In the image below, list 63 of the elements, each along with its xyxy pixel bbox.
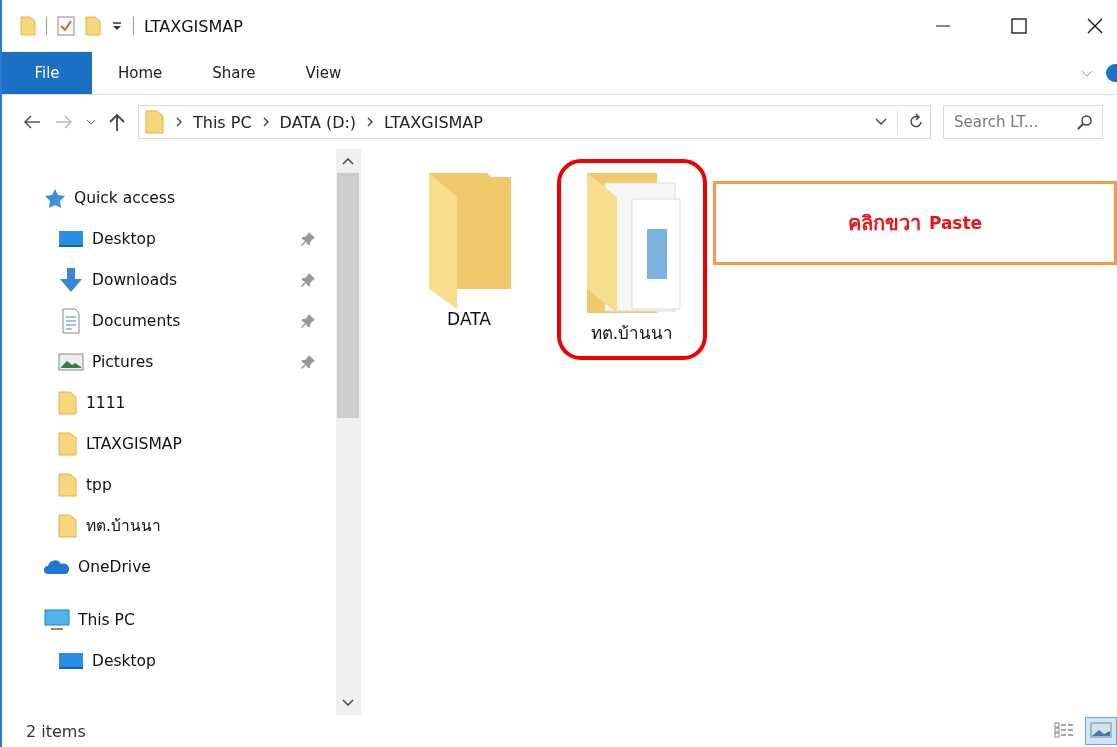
pin-icon[interactable] (300, 312, 316, 329)
file-item[interactable]: ทต.บ้านนา (557, 159, 707, 360)
folder-icon (58, 390, 78, 415)
chevron-icon[interactable] (366, 117, 375, 127)
desktop-icon (58, 650, 84, 671)
desktop-icon (58, 228, 84, 249)
file-name: DATA (447, 309, 491, 329)
item-count: 2 items (26, 721, 86, 741)
sidebar-item[interactable]: Quick access (2, 177, 336, 218)
sidebar-item[interactable]: OneDrive (2, 546, 336, 587)
ribbon-tab[interactable]: Share (188, 52, 280, 94)
folder-icon (58, 431, 78, 456)
sidebar-item[interactable]: Desktop (2, 218, 336, 259)
maximize-icon[interactable] (1011, 18, 1027, 34)
close-icon[interactable] (1087, 18, 1103, 34)
image-icon (1090, 721, 1112, 738)
scroll-up-icon[interactable] (342, 157, 354, 165)
folder-icon (58, 472, 78, 497)
breadcrumb[interactable]: DATA (D:) (279, 112, 357, 132)
pin-icon[interactable] (300, 271, 316, 288)
chevron-icon[interactable] (175, 117, 183, 127)
pin-icon[interactable] (300, 230, 316, 247)
sidebar-item[interactable]: LTAXGISMAP (2, 423, 336, 464)
ribbon-tab[interactable]: View (281, 52, 366, 94)
properties-icon[interactable] (57, 16, 75, 36)
sidebar-item[interactable]: ทต.บ้านนา (2, 505, 336, 546)
breadcrumb[interactable]: LTAXGISMAP (384, 112, 483, 132)
up-icon[interactable] (108, 112, 126, 132)
sidebar-item[interactable]: Downloads (2, 259, 336, 300)
dropdown-icon[interactable] (111, 20, 123, 32)
pin-icon[interactable] (300, 353, 316, 370)
pictures-icon (58, 351, 84, 372)
back-icon[interactable] (22, 114, 42, 130)
callout-text: คลิกขวา (847, 210, 921, 237)
large-icons-view-button[interactable] (1085, 717, 1117, 745)
folder-icon (145, 110, 165, 134)
chevron-icon[interactable] (261, 117, 270, 127)
monitor-icon (44, 608, 70, 631)
sidebar-item[interactable]: Desktop (2, 640, 336, 681)
recent-dropdown-icon[interactable] (86, 118, 96, 126)
sidebar-item[interactable]: This PC (2, 599, 336, 640)
file-name: ทต.บ้านนา (590, 322, 674, 345)
callout-text: Paste (928, 213, 983, 233)
address-field[interactable]: This PC DATA (D:) LTAXGISMAP (138, 105, 931, 139)
search-icon (1077, 114, 1093, 130)
search-field[interactable]: Search LT... (943, 105, 1103, 139)
sidebar-item[interactable]: 1111 (2, 382, 336, 423)
scrollbar[interactable] (336, 149, 360, 715)
file-menu-button[interactable]: File (2, 52, 92, 94)
star-icon (44, 187, 66, 208)
scroll-down-icon[interactable] (342, 699, 354, 707)
details-list-icon (1054, 721, 1074, 738)
file-item[interactable]: DATA (401, 159, 537, 343)
cloud-icon (44, 558, 70, 575)
sidebar-item[interactable]: Pictures (2, 341, 336, 382)
sidebar-item[interactable]: Documents (2, 300, 336, 341)
breadcrumb[interactable]: This PC (193, 112, 252, 132)
sidebar-item[interactable]: tpp (2, 464, 336, 505)
download-icon (58, 266, 84, 293)
window-title: LTAXGISMAP (144, 16, 243, 36)
dropdown-icon[interactable] (875, 117, 887, 127)
ribbon-tab[interactable]: Home (94, 52, 187, 94)
folder-icon (58, 513, 78, 538)
